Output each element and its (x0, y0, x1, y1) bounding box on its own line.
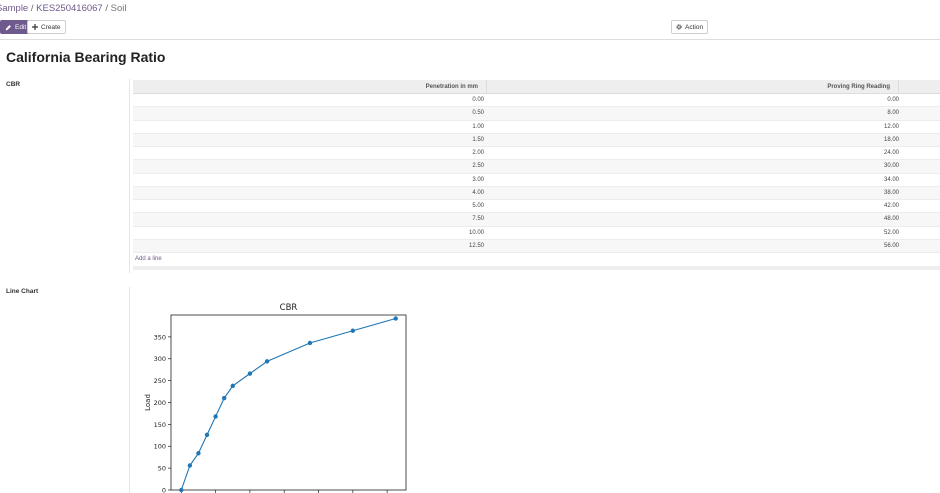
table-row[interactable]: 3.00 34.00 (133, 174, 940, 187)
action-button[interactable]: Action (671, 20, 709, 34)
table-row[interactable]: 1.50 18.00 (133, 133, 940, 147)
breadcrumb-separator: / (105, 3, 108, 14)
data-point (393, 316, 398, 321)
cell-proving-ring-reading: 12.00 (883, 123, 899, 130)
data-point (221, 395, 227, 401)
breadcrumb: Sample / KES250416067 / Soil (0, 3, 126, 14)
edit-button-label: Edit (15, 23, 27, 31)
gear-icon (676, 24, 682, 30)
y-tick-label: 0 (162, 486, 166, 493)
table-body: 0.00 0.00 0.50 8.00 1.00 12.00 1.50 18.00 2.00 24… (133, 94, 940, 253)
cell-penetration: 12.50 (468, 242, 484, 249)
chart-plot-frame (170, 314, 407, 491)
breadcrumb-separator: / (30, 3, 34, 14)
cell-penetration: 0.50 (472, 110, 484, 117)
control-panel-divider (0, 39, 940, 40)
y-tick-label: 150 (154, 421, 166, 429)
cell-proving-ring-reading: 0.00 (887, 97, 899, 103)
cbr-field-label: CBR (6, 81, 21, 88)
table-row[interactable]: 10.00 52.00 (133, 227, 940, 240)
y-tick-label: 250 (154, 377, 166, 385)
y-axis-label: Load (144, 394, 152, 411)
data-point (204, 432, 210, 438)
field-separator (129, 79, 130, 273)
create-button-label: Create (41, 23, 61, 31)
cell-proving-ring-reading: 48.00 (883, 216, 899, 223)
chart-title: CBR (280, 303, 298, 313)
table-footer (133, 266, 940, 270)
cell-proving-ring-reading: 8.00 (887, 110, 899, 117)
data-point (247, 371, 253, 376)
cbr-table: Penetration in mm Proving Ring Reading 0… (133, 80, 940, 270)
cell-proving-ring-reading: 42.00 (883, 203, 899, 209)
page-title: California Bearing Ratio (6, 49, 166, 65)
cell-penetration: 5.00 (472, 203, 484, 209)
data-point (196, 451, 201, 456)
y-tick-label: 300 (154, 355, 166, 363)
cell-penetration: 0.00 (472, 97, 484, 103)
cell-penetration: 2.00 (472, 150, 484, 156)
column-header-penetration[interactable]: Penetration in mm (133, 80, 487, 93)
add-line-link[interactable]: Add a line (133, 253, 940, 266)
table-row[interactable]: 5.00 42.00 (133, 200, 940, 214)
series-line (180, 317, 396, 491)
table-row[interactable]: 0.50 8.00 (133, 107, 940, 121)
data-point (350, 328, 356, 333)
y-tick-label: 100 (154, 443, 166, 451)
table-row[interactable]: 7.50 48.00 (133, 213, 940, 227)
table-header: Penetration in mm Proving Ring Reading (133, 80, 940, 94)
table-row[interactable]: 2.00 24.00 (133, 147, 940, 161)
data-point (264, 359, 270, 364)
cell-proving-ring-reading: 34.00 (883, 176, 899, 183)
cell-proving-ring-reading: 38.00 (883, 189, 899, 196)
create-button[interactable]: Create (27, 20, 66, 34)
cell-penetration: 1.50 (472, 136, 484, 143)
cell-penetration: 7.50 (472, 216, 484, 223)
breadcrumb-item-sample[interactable]: Sample (0, 3, 28, 14)
table-row[interactable]: 1.00 12.00 (133, 121, 940, 134)
breadcrumb-item-record[interactable]: KES250416067 (36, 3, 103, 14)
y-tick-label: 200 (154, 399, 166, 407)
data-point (187, 463, 193, 468)
table-row[interactable]: 4.00 38.00 (133, 186, 940, 200)
cell-proving-ring-reading: 52.00 (883, 229, 899, 236)
y-tick-label: 50 (158, 465, 166, 473)
cell-penetration: 1.00 (472, 123, 484, 130)
line-chart: CBR 0 50 100 150 200 250 300 350 Load (140, 298, 440, 493)
line-chart-svg: CBR 0 50 100 150 200 250 300 350 Load (144, 303, 407, 493)
cell-penetration: 10.00 (468, 229, 484, 236)
table-row[interactable]: 2.50 30.00 (133, 160, 940, 174)
y-tick-label: 350 (154, 333, 166, 341)
field-separator (129, 287, 130, 493)
cell-penetration: 3.00 (472, 176, 484, 183)
data-point (213, 414, 218, 419)
table-row[interactable]: 12.50 56.00 (133, 239, 940, 253)
cell-penetration: 2.50 (472, 163, 484, 170)
cell-proving-ring-reading: 30.00 (883, 163, 899, 170)
data-point (230, 383, 235, 389)
column-header-proving-ring[interactable]: Proving Ring Reading (487, 80, 899, 93)
line-chart-field-label: Line Chart (6, 288, 39, 295)
cell-penetration: 4.00 (472, 189, 484, 196)
cell-proving-ring-reading: 24.00 (883, 150, 899, 156)
pencil-icon (5, 24, 12, 31)
data-point (307, 340, 313, 346)
plus-icon (32, 24, 38, 30)
cell-proving-ring-reading: 56.00 (883, 242, 899, 249)
table-row[interactable]: 0.00 0.00 (133, 94, 940, 108)
breadcrumb-current: Soil (110, 3, 127, 14)
data-point (179, 487, 184, 493)
cell-proving-ring-reading: 18.00 (883, 136, 899, 143)
action-button-label: Action (685, 23, 704, 31)
